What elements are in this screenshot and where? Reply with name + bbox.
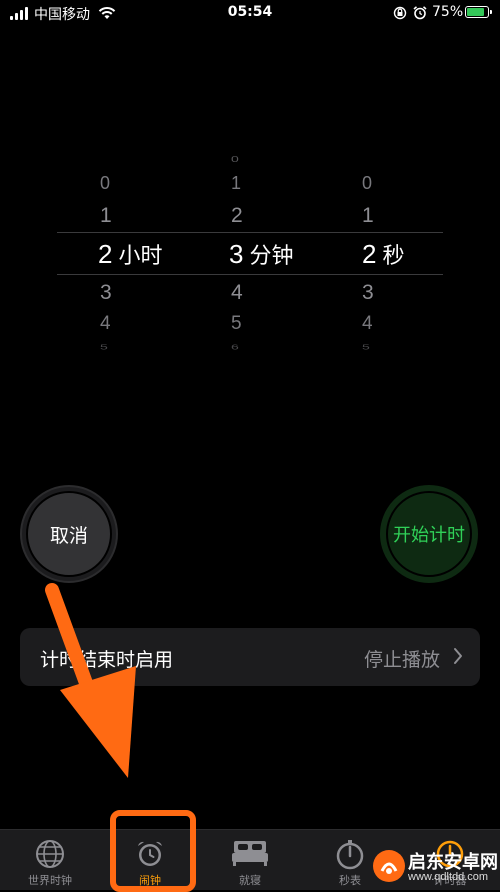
seconds-unit-label: 秒: [382, 243, 405, 268]
selected-seconds-value: 2: [362, 239, 377, 269]
picker-item[interactable]: 1: [362, 204, 482, 228]
picker-item[interactable]: 2: [231, 204, 351, 228]
watermark: 启东安卓网 www.qdltdd.com: [370, 843, 500, 889]
stopwatch-icon: [336, 840, 364, 870]
when-timer-ends-row[interactable]: 计时结束时启用 停止播放: [20, 628, 480, 686]
tab-label: 就寝: [239, 875, 261, 887]
picker-item[interactable]: 5: [231, 313, 351, 335]
picker-item[interactable]: 3: [362, 281, 482, 305]
selected-hours-value: 2: [98, 239, 113, 269]
alarm-tab-highlight: [110, 810, 196, 892]
hours-unit-label: 小时: [118, 243, 163, 268]
cancel-button[interactable]: 取消: [20, 485, 118, 583]
tab-world-clock[interactable]: 世界时钟: [0, 830, 100, 890]
bed-icon: [232, 841, 268, 866]
selected-minutes[interactable]: 3 分钟: [229, 238, 293, 270]
picker-item[interactable]: 4: [231, 281, 351, 305]
tab-label: 世界时钟: [28, 875, 72, 887]
minutes-unit-label: 分钟: [249, 243, 294, 268]
selected-hours[interactable]: 2 小时: [98, 238, 162, 270]
status-bar: 中国移动 05:54 75%: [0, 0, 500, 28]
orientation-lock-icon: [393, 6, 407, 20]
start-timer-button[interactable]: 开始计时: [380, 485, 478, 583]
start-button-label: 开始计时: [393, 525, 465, 545]
picker-item[interactable]: 5: [362, 343, 482, 351]
selection-bottom-line: [57, 274, 443, 275]
picker-item[interactable]: 6: [231, 343, 351, 351]
picker-item[interactable]: 4: [362, 313, 482, 335]
chevron-right-icon: [454, 648, 462, 664]
when-timer-ends-value: 停止播放: [363, 650, 440, 671]
picker-item[interactable]: 0: [231, 154, 351, 164]
picker-item[interactable]: 4: [100, 313, 220, 335]
battery-percent: 75%: [432, 4, 464, 20]
when-timer-ends-label: 计时结束时启用: [40, 650, 174, 671]
picker-item[interactable]: 1: [100, 204, 220, 228]
annotation-arrow: [45, 583, 136, 778]
picker-item[interactable]: 0: [100, 173, 220, 194]
cancel-button-label: 取消: [49, 525, 88, 547]
picker-item[interactable]: 1: [231, 173, 351, 194]
picker-item[interactable]: 5: [100, 343, 220, 351]
selected-seconds[interactable]: 2秒: [362, 238, 404, 270]
watermark-url: www.qdltdd.com: [408, 871, 489, 883]
selected-minutes-value: 3: [229, 239, 244, 269]
battery-icon: [465, 6, 492, 18]
picker-item[interactable]: 3: [100, 281, 220, 305]
tab-bedtime[interactable]: 就寝: [200, 830, 300, 890]
selection-top-line: [57, 232, 443, 233]
watermark-logo-icon: [373, 850, 405, 882]
alarm-status-icon: [413, 6, 427, 20]
picker-item[interactable]: 0: [362, 173, 482, 194]
globe-icon: [36, 840, 64, 868]
